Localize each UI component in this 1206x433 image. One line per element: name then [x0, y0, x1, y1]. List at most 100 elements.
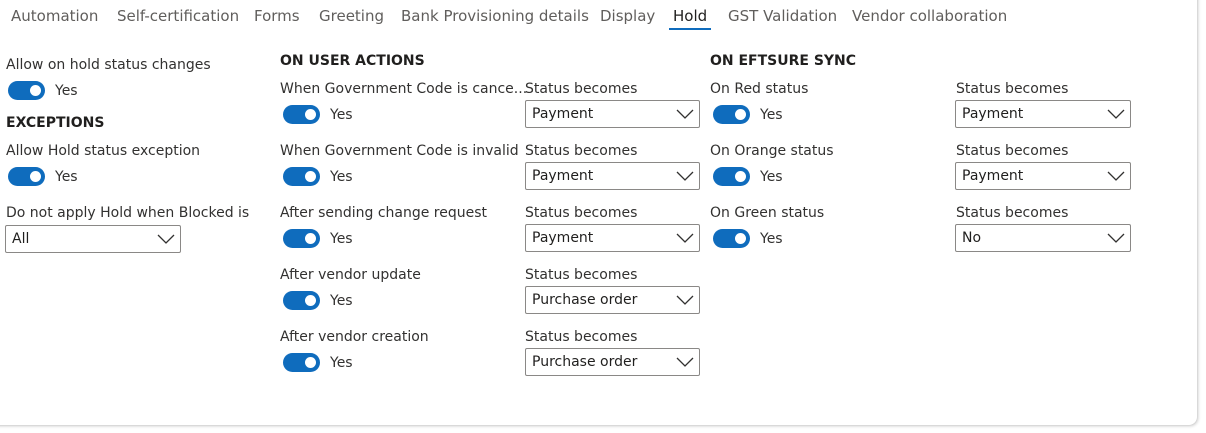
- status-becomes-label: Status becomes: [956, 205, 1069, 221]
- select-value: No: [962, 230, 982, 246]
- status-becomes-label: Status becomes: [525, 267, 638, 283]
- tab-forms[interactable]: Forms: [254, 0, 300, 25]
- blocked-select[interactable]: All: [5, 225, 181, 253]
- select-value: Payment: [532, 106, 594, 122]
- toggle-value: Yes: [55, 82, 78, 99]
- gov-code-cancelled-toggle[interactable]: [283, 105, 320, 124]
- select-value: Payment: [532, 168, 594, 184]
- gov-code-cancelled-label: When Government Code is cance...: [280, 81, 528, 97]
- tab-hold[interactable]: Hold: [669, 0, 712, 30]
- change-request-toggle-row: Yes: [283, 229, 353, 248]
- toggle-value: Yes: [330, 354, 353, 371]
- orange-status-toggle-row: Yes: [713, 167, 783, 186]
- toggle-value: Yes: [55, 168, 78, 185]
- toggle-knob: [305, 171, 316, 182]
- red-status-toggle[interactable]: [713, 105, 750, 124]
- select-value: Payment: [532, 230, 594, 246]
- tab-vendor-collaboration[interactable]: Vendor collaboration: [852, 0, 1007, 25]
- tab-label: Forms: [254, 7, 300, 25]
- orange-status-label: On Orange status: [710, 143, 834, 159]
- tab-label: Automation: [11, 7, 99, 25]
- change-request-status-select[interactable]: Payment: [525, 224, 700, 252]
- status-becomes-label: Status becomes: [525, 143, 638, 159]
- tab-label: Hold: [673, 7, 708, 25]
- toggle-value: Yes: [330, 230, 353, 247]
- chevron-down-icon: [676, 109, 694, 119]
- green-status-toggle[interactable]: [713, 229, 750, 248]
- gov-code-invalid-status-select[interactable]: Payment: [525, 162, 700, 190]
- select-value: Purchase order: [532, 292, 638, 308]
- tab-label: Greeting: [319, 7, 384, 25]
- tab-self-certification[interactable]: Self-certification: [117, 0, 239, 25]
- tab-label: Vendor collaboration: [852, 7, 1008, 25]
- tab-label: Self-certification: [117, 7, 240, 25]
- tab-label: Bank Provisioning details: [401, 7, 589, 25]
- red-status-select[interactable]: Payment: [955, 100, 1131, 128]
- select-value: Payment: [962, 106, 1024, 122]
- status-becomes-label: Status becomes: [956, 143, 1069, 159]
- user-actions-heading: ON USER ACTIONS: [280, 53, 425, 69]
- chevron-down-icon: [676, 357, 694, 367]
- chevron-down-icon: [157, 234, 175, 244]
- toggle-value: Yes: [330, 168, 353, 185]
- status-becomes-label: Status becomes: [525, 205, 638, 221]
- orange-status-toggle[interactable]: [713, 167, 750, 186]
- vendor-creation-label: After vendor creation: [280, 329, 429, 345]
- blocked-label: Do not apply Hold when Blocked is: [6, 205, 250, 221]
- tab-bank-provisioning-details[interactable]: Bank Provisioning details: [401, 0, 589, 25]
- status-becomes-label: Status becomes: [956, 81, 1069, 97]
- vendor-update-status-select[interactable]: Purchase order: [525, 286, 700, 314]
- vendor-creation-toggle[interactable]: [283, 353, 320, 372]
- tab-label: Display: [600, 7, 656, 25]
- exceptions-heading: EXCEPTIONS: [6, 115, 105, 131]
- status-becomes-label: Status becomes: [525, 329, 638, 345]
- active-tab-indicator: [669, 28, 712, 30]
- toggle-value: Yes: [760, 230, 783, 247]
- toggle-knob: [305, 233, 316, 244]
- allow-hold-exception-toggle[interactable]: [8, 167, 45, 186]
- chevron-down-icon: [676, 233, 694, 243]
- select-value: Purchase order: [532, 354, 638, 370]
- gov-code-invalid-label: When Government Code is invalid: [280, 143, 519, 159]
- tab-gst-validation[interactable]: GST Validation: [728, 0, 837, 25]
- vendor-update-toggle-row: Yes: [283, 291, 353, 310]
- tab-greeting[interactable]: Greeting: [319, 0, 384, 25]
- select-value: Payment: [962, 168, 1024, 184]
- toggle-knob: [735, 171, 746, 182]
- green-status-label: On Green status: [710, 205, 825, 221]
- toggle-value: Yes: [330, 292, 353, 309]
- toggle-knob: [735, 109, 746, 120]
- toggle-knob: [30, 171, 41, 182]
- select-value: All: [12, 231, 30, 247]
- gov-code-cancelled-status-select[interactable]: Payment: [525, 100, 700, 128]
- vendor-creation-status-select[interactable]: Purchase order: [525, 348, 700, 376]
- gov-code-invalid-toggle[interactable]: [283, 167, 320, 186]
- gov-code-invalid-toggle-row: Yes: [283, 167, 353, 186]
- tab-automation[interactable]: Automation: [11, 0, 98, 25]
- allow-hold-changes-toggle-row: Yes: [8, 81, 78, 100]
- chevron-down-icon: [1107, 109, 1125, 119]
- tab-label: GST Validation: [728, 7, 838, 25]
- allow-hold-changes-label: Allow on hold status changes: [6, 57, 211, 73]
- allow-hold-exception-label: Allow Hold status exception: [6, 143, 201, 159]
- change-request-toggle[interactable]: [283, 229, 320, 248]
- allow-hold-exception-toggle-row: Yes: [8, 167, 78, 186]
- chevron-down-icon: [676, 171, 694, 181]
- status-becomes-label: Status becomes: [525, 81, 638, 97]
- tab-display[interactable]: Display: [600, 0, 655, 25]
- chevron-down-icon: [1107, 171, 1125, 181]
- change-request-label: After sending change request: [280, 205, 488, 221]
- vendor-update-toggle[interactable]: [283, 291, 320, 310]
- allow-hold-changes-toggle[interactable]: [8, 81, 45, 100]
- green-status-select[interactable]: No: [955, 224, 1131, 252]
- eftsure-sync-heading: ON EFTSURE SYNC: [710, 53, 857, 69]
- orange-status-select[interactable]: Payment: [955, 162, 1131, 190]
- toggle-value: Yes: [760, 106, 783, 123]
- chevron-down-icon: [1107, 233, 1125, 243]
- red-status-label: On Red status: [710, 81, 809, 97]
- toggle-knob: [30, 85, 41, 96]
- vendor-creation-toggle-row: Yes: [283, 353, 353, 372]
- toggle-knob: [305, 295, 316, 306]
- toggle-value: Yes: [330, 106, 353, 123]
- chevron-down-icon: [676, 295, 694, 305]
